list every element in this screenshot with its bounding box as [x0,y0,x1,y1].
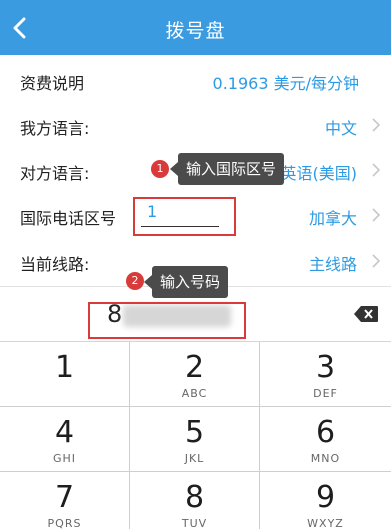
keypad: 1 2 ABC 3 DEF 4 GHI 5 JKL 6 MNO 7 PQRS 8… [0,342,391,529]
tooltip-text: 输入号码 [160,273,221,291]
step-badge-2: 2 [126,272,144,290]
number-highlight [88,302,246,339]
key-digit: 8 [184,480,205,515]
key-letters: WXYZ [307,517,344,529]
key-digit: 5 [184,415,205,450]
chevron-right-icon [372,254,381,268]
area-code-highlight [133,197,236,236]
rate-row[interactable]: 资费说明 0.1963 美元/每分钟 [0,55,391,106]
key-digit: 2 [184,350,205,385]
tooltip-arrow [170,162,178,176]
key-digit: 9 [315,480,336,515]
other-language-label: 对方语言: [20,164,90,183]
page-title: 拨号盘 [165,20,226,42]
chevron-right-icon [372,163,381,177]
key-8[interactable]: 8 TUV [130,472,260,529]
tooltip-area-code: 输入国际区号 [170,153,285,185]
key-6[interactable]: 6 MNO [260,407,391,472]
my-language-row[interactable]: 我方语言: 中文 [0,100,391,151]
key-7[interactable]: 7 PQRS [0,472,130,529]
key-digit: 7 [54,480,75,515]
rate-value: 0.1963 美元/每分钟 [212,74,359,93]
key-4[interactable]: 4 GHI [0,407,130,472]
chevron-right-icon [372,208,381,222]
header-bar: 拨号盘 [0,0,391,55]
backspace-icon[interactable] [353,305,379,323]
key-2[interactable]: 2 ABC [130,342,260,407]
key-letters: MNO [310,452,341,465]
key-digit: 1 [54,350,75,385]
country-value: 加拿大 [308,209,357,228]
line-value: 主线路 [308,255,357,274]
tooltip-text: 输入国际区号 [186,160,277,178]
key-letters: DEF [313,387,338,400]
key-digit: 3 [315,350,336,385]
other-language-value: 英语(美国) [280,164,358,183]
key-9[interactable]: 9 WXYZ [260,472,391,529]
step-badge-1: 1 [151,160,169,178]
key-letters: GHI [52,452,77,465]
key-3[interactable]: 3 DEF [260,342,391,407]
area-code-label: 国际电话区号 [20,209,117,228]
key-letters: JKL [184,452,205,465]
line-label: 当前线路: [20,255,90,274]
key-1[interactable]: 1 [0,342,130,407]
tooltip-number: 输入号码 [144,266,229,298]
key-letters: PQRS [47,517,82,529]
key-5[interactable]: 5 JKL [130,407,260,472]
tooltip-arrow [144,275,152,289]
key-letters: ABC [181,387,208,400]
rate-label: 资费说明 [20,74,85,93]
my-language-label: 我方语言: [20,119,90,138]
key-digit: 4 [54,415,75,450]
my-language-value: 中文 [324,119,357,138]
chevron-right-icon [372,118,381,132]
key-digit: 6 [315,415,336,450]
key-letters: TUV [181,517,208,529]
